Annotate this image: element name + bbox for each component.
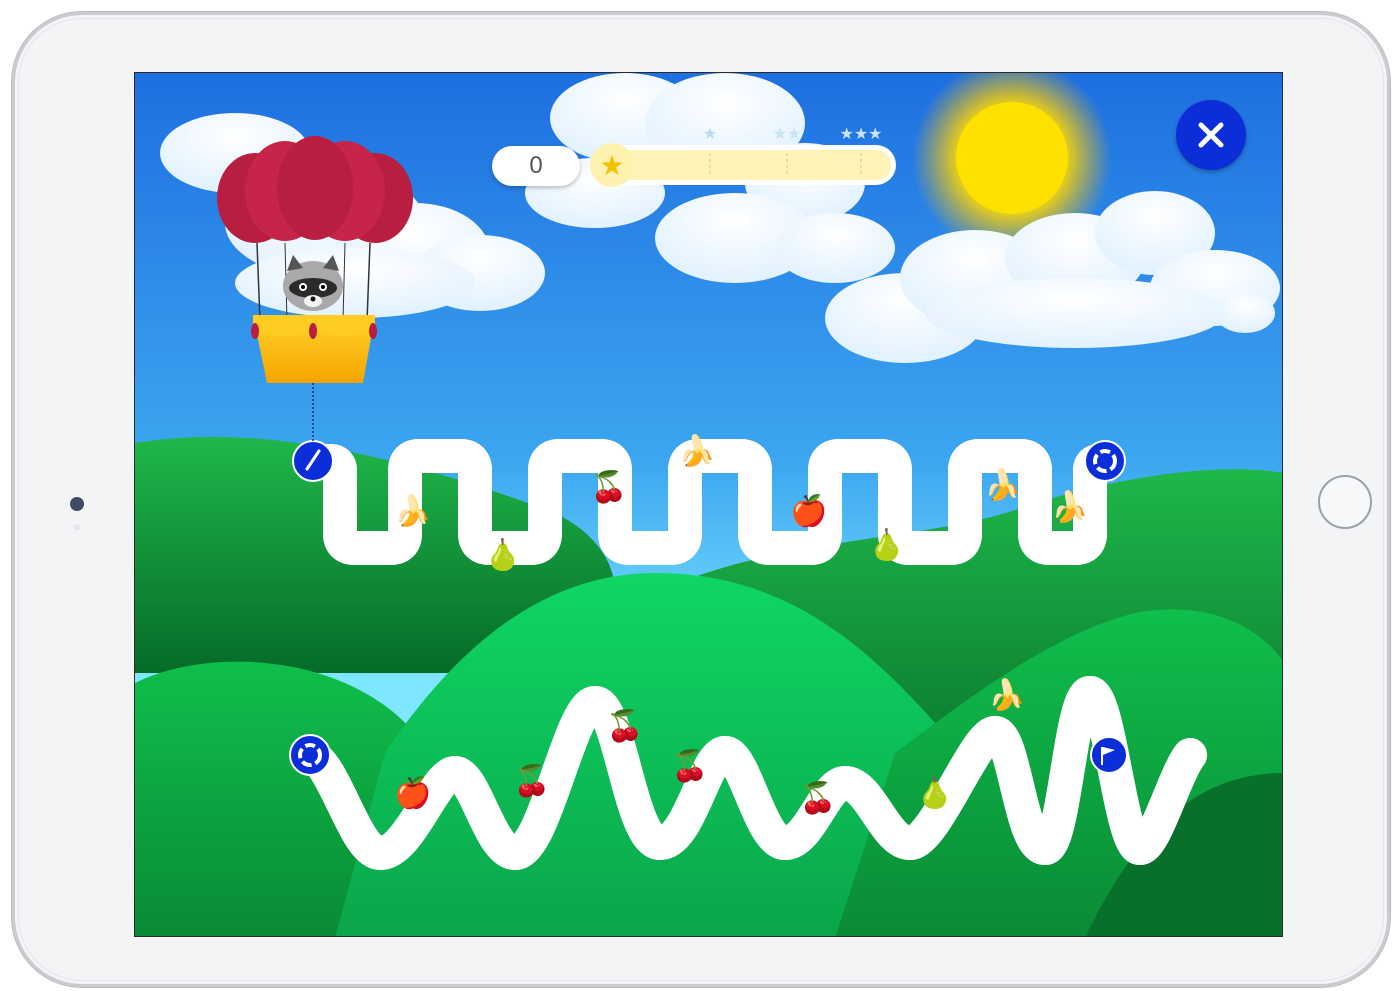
game-screen: ★ ★ ★★ ★★★ 🍌 🍐 🍒 🍌 🍎 🍐 🍌 🍌 🍎 🍒 🍒 🍒 🍒 🍐 🍌 0 [134, 72, 1283, 937]
star-progress-bar: ★ [590, 143, 896, 187]
threshold-1-star-icon: ★ [703, 124, 717, 143]
star-icon: ★ [599, 149, 624, 182]
close-icon [1198, 122, 1224, 148]
score-value: 0 [529, 152, 543, 179]
banana-fruit: 🍌 [1051, 489, 1088, 524]
light-sensor [74, 524, 80, 530]
cherry-fruit: 🍒 [513, 763, 550, 799]
close-button[interactable] [1176, 100, 1246, 170]
banana-fruit: 🍌 [988, 677, 1025, 712]
restart-marker-top[interactable] [1084, 440, 1126, 482]
home-button[interactable] [1318, 475, 1372, 529]
apple-fruit: 🍎 [394, 774, 431, 810]
front-camera [70, 497, 84, 511]
score-counter: 0 [492, 146, 580, 186]
pear-fruit: 🍐 [484, 537, 521, 572]
banana-fruit: 🍌 [394, 493, 431, 528]
cherry-fruit: 🍒 [590, 469, 627, 505]
banana-fruit: 🍌 [678, 433, 715, 468]
finish-marker[interactable] [1090, 736, 1128, 774]
start-marker[interactable] [292, 440, 334, 482]
restart-marker-bottom[interactable] [289, 734, 331, 776]
apple-fruit: 🍎 [790, 492, 827, 528]
raccoon-character [283, 255, 343, 311]
cherry-fruit: 🍒 [799, 780, 836, 816]
pear-fruit: 🍐 [868, 527, 905, 562]
cherry-fruit: 🍒 [671, 748, 708, 784]
game-scene: ★ ★ ★★ ★★★ 🍌 🍐 🍒 🍌 🍎 🍐 🍌 🍌 🍎 🍒 🍒 🍒 🍒 🍐 🍌 [135, 73, 1282, 936]
banana-fruit: 🍌 [984, 467, 1021, 502]
threshold-3-star-icon: ★★★ [839, 124, 882, 143]
threshold-2-star-icon: ★★ [773, 124, 802, 143]
pear-fruit: 🍐 [916, 775, 953, 810]
cherry-fruit: 🍒 [606, 708, 643, 744]
